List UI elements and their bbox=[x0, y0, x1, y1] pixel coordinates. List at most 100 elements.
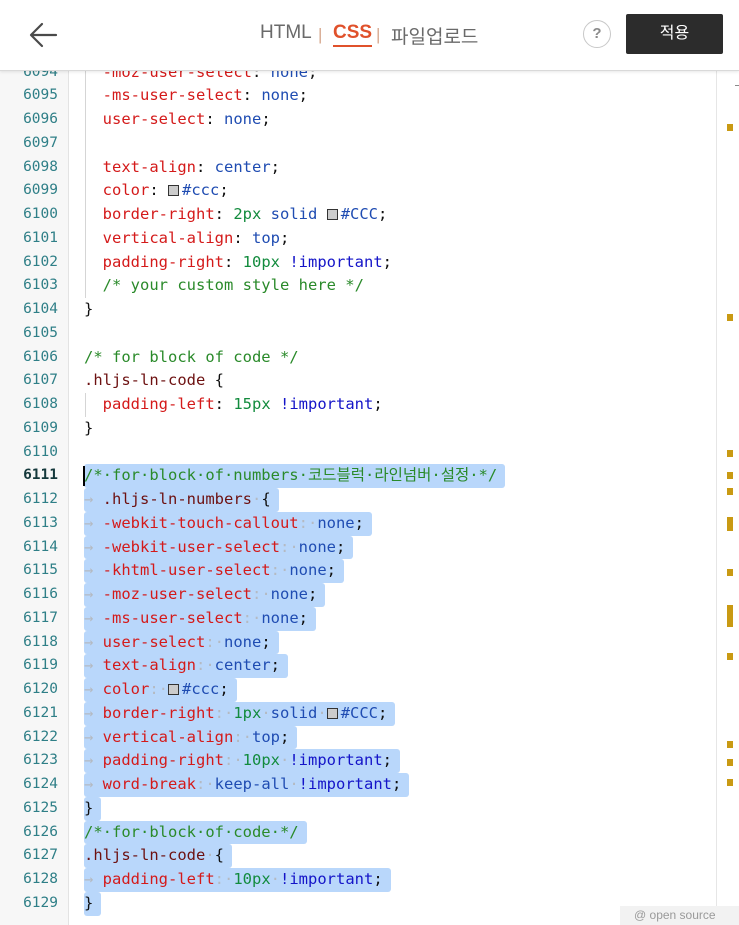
code-line[interactable]: 6112 → .hljs-ln-numbers·{ bbox=[0, 488, 716, 512]
css-number: 10px bbox=[242, 252, 280, 271]
tab-css[interactable]: CSS bbox=[333, 22, 373, 47]
code-punctuation bbox=[84, 158, 103, 176]
code-punctuation: ; bbox=[307, 585, 318, 603]
css-value: none bbox=[261, 86, 299, 105]
line-code: } bbox=[84, 891, 102, 916]
line-code: /* your custom style here */ bbox=[84, 274, 364, 298]
code-line[interactable]: 6097 bbox=[0, 131, 716, 156]
code-punctuation: } bbox=[84, 798, 94, 817]
code-line[interactable]: 6125} bbox=[0, 796, 716, 821]
code-line[interactable]: 6109} bbox=[0, 417, 716, 441]
apply-button[interactable]: 적용 bbox=[626, 14, 723, 54]
code-line[interactable]: 6123 → padding-right:·10px·!important; bbox=[0, 749, 716, 773]
line-code: -ms-user-select: none; bbox=[84, 84, 308, 108]
color-swatch[interactable] bbox=[326, 707, 338, 719]
code-punctuation: : bbox=[224, 252, 243, 271]
overview-ruler[interactable] bbox=[716, 71, 739, 925]
code-line[interactable]: 6101 vertical-align: top; bbox=[0, 226, 716, 251]
code-comment: /* your custom style here */ bbox=[102, 276, 364, 295]
css-property: color bbox=[102, 181, 150, 200]
whitespace-marker: :· bbox=[279, 537, 299, 556]
code-punctuation: ; bbox=[335, 537, 346, 556]
color-swatch[interactable] bbox=[168, 185, 180, 197]
code-line[interactable]: 6107 .hljs-ln-code { bbox=[0, 369, 716, 393]
code-editor[interactable]: 6094 -moz-user-select: none; 6095 -ms-use… bbox=[0, 71, 739, 925]
code-line[interactable]: 6124 → word-break:·keep-all·!important; bbox=[0, 773, 716, 797]
whitespace-marker: :· bbox=[251, 585, 271, 603]
code-line[interactable]: 6129} bbox=[0, 891, 716, 916]
css-property: border-right bbox=[102, 205, 215, 223]
open-source-link[interactable]: @ open source bbox=[620, 906, 739, 925]
code-line[interactable]: 6102 padding-right: 10px !important; bbox=[0, 250, 716, 275]
css-value: #CCC bbox=[340, 205, 379, 223]
help-button[interactable]: ? bbox=[583, 20, 611, 48]
code-punctuation: : bbox=[205, 110, 224, 128]
line-code: padding-right: 10px !important; bbox=[84, 251, 392, 275]
code-comment: /* for block of code */ bbox=[84, 347, 299, 366]
whitespace-marker: → bbox=[84, 751, 103, 770]
css-value: solid bbox=[270, 205, 318, 223]
code-line[interactable]: 6119 → text-align:·center; bbox=[0, 654, 716, 678]
css-important: !important bbox=[298, 775, 392, 793]
code-punctuation: ; bbox=[373, 870, 383, 888]
code-punctuation: : bbox=[149, 181, 169, 200]
overview-mark bbox=[727, 605, 733, 627]
code-punctuation: ; bbox=[298, 608, 308, 627]
code-area[interactable]: 6094 -moz-user-select: none; 6095 -ms-use… bbox=[0, 71, 716, 925]
code-punctuation: ; bbox=[373, 395, 383, 413]
code-line[interactable]: 6121 → border-right:·1px·solid· #CCC; bbox=[0, 701, 716, 726]
color-swatch[interactable] bbox=[326, 209, 338, 220]
code-punctuation: ; bbox=[219, 680, 229, 698]
code-line[interactable]: 6094 -moz-user-select: none; bbox=[0, 71, 716, 85]
css-value: center bbox=[214, 157, 271, 176]
code-punctuation bbox=[84, 253, 103, 271]
line-number: 6125 bbox=[23, 799, 58, 816]
code-line[interactable]: 6110 bbox=[0, 441, 716, 465]
line-code: → color:· #ccc; bbox=[84, 678, 237, 702]
color-swatch[interactable] bbox=[168, 684, 180, 695]
line-number: 6118 bbox=[23, 633, 58, 650]
code-line[interactable]: 6104} bbox=[0, 298, 716, 322]
code-line[interactable]: 6111 /*·for·block·of·numbers·코드블럭·라인넘버·설정… bbox=[0, 464, 716, 488]
line-code: → text-align:·center; bbox=[84, 654, 289, 678]
code-line[interactable]: 6118 → user-select:·none; bbox=[0, 630, 716, 655]
line-number: 6129 bbox=[23, 894, 58, 911]
code-line[interactable]: 6099 color: #ccc; bbox=[0, 179, 716, 203]
code-line[interactable]: 6113 → -webkit-touch-callout:·none; bbox=[0, 511, 716, 536]
code-line[interactable]: 6114 → -webkit-user-select:·none; bbox=[0, 535, 716, 560]
code-comment: /*·for·block·of·numbers·코드블럭·라인넘버·설정·*/ bbox=[84, 466, 498, 485]
line-code: → .hljs-ln-numbers·{ bbox=[84, 488, 279, 512]
tab-html[interactable]: HTML bbox=[260, 22, 312, 44]
tab-file-upload[interactable]: 파일업로드 bbox=[391, 22, 478, 49]
code-line[interactable]: 6116 → -moz-user-select:·none; bbox=[0, 583, 716, 607]
code-line[interactable]: 6120 → color:· #ccc; bbox=[0, 678, 716, 702]
css-value: none bbox=[261, 608, 299, 627]
whitespace-marker: · bbox=[280, 751, 290, 770]
code-line[interactable]: 6108 padding-left: 15px !important; bbox=[0, 393, 716, 417]
code-line[interactable]: 6128 → padding-left:·10px·!important; bbox=[0, 868, 716, 892]
code-line[interactable]: 6126 /*·for·block·of·code·*/ bbox=[0, 820, 716, 845]
css-property: user-select bbox=[102, 632, 206, 651]
code-line[interactable]: 6106 /* for block of code */ bbox=[0, 346, 716, 370]
line-number: 6097 bbox=[23, 134, 58, 151]
code-punctuation: ; bbox=[378, 205, 388, 223]
css-property: -webkit-user-select bbox=[102, 537, 280, 556]
code-line[interactable]: 6127 .hljs-ln-code·{ bbox=[0, 844, 716, 868]
css-value: none bbox=[289, 561, 327, 580]
code-line[interactable]: 6103 /* your custom style here */ bbox=[0, 274, 716, 298]
code-line[interactable]: 6100 border-right: 2px solid #CCC; bbox=[0, 203, 716, 227]
line-code: text-align: center; bbox=[84, 156, 280, 180]
code-line[interactable]: 6115 → -khtml-user-select:·none; bbox=[0, 559, 716, 583]
code-line[interactable]: 6096 user-select: none; bbox=[0, 108, 716, 132]
line-code: /* for block of code */ bbox=[84, 346, 299, 370]
code-line[interactable]: 6105 bbox=[0, 322, 716, 346]
code-line[interactable]: 6117 → -ms-user-select:·none; bbox=[0, 606, 716, 631]
code-line[interactable]: 6122 → vertical-align:·top; bbox=[0, 725, 716, 750]
code-line[interactable]: 6095 -ms-user-select: none; bbox=[0, 84, 716, 108]
back-button[interactable] bbox=[24, 17, 64, 53]
code-punctuation: ; bbox=[261, 110, 271, 128]
code-line[interactable]: 6098 text-align: center; bbox=[0, 155, 716, 180]
overview-mark bbox=[727, 450, 733, 457]
line-number: 6116 bbox=[23, 586, 58, 602]
code-punctuation: ; bbox=[270, 157, 281, 176]
